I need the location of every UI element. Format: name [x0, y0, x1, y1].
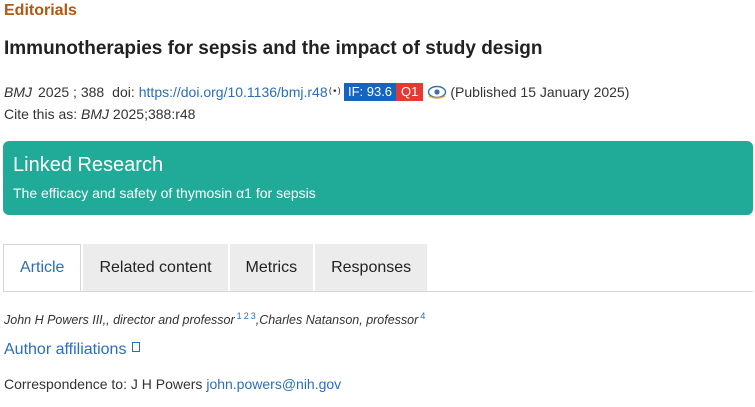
- author-affiliations-label: Author affiliations: [4, 341, 127, 358]
- reader-eye-icon[interactable]: [427, 84, 447, 100]
- journal-name: BMJ: [4, 84, 32, 100]
- doi-label: doi:: [112, 84, 135, 100]
- linked-research-heading: Linked Research: [13, 154, 164, 176]
- correspondence-email[interactable]: john.powers@nih.gov: [206, 376, 341, 392]
- tab-divider: [3, 291, 753, 292]
- author-2-ref[interactable]: 4: [420, 311, 425, 321]
- quartile-badge: Q1: [396, 83, 424, 101]
- doi-link[interactable]: https://doi.org/10.1136/bmj.r48: [139, 84, 328, 100]
- cite-journal: BMJ: [81, 106, 110, 122]
- tab-metrics[interactable]: Metrics: [229, 244, 314, 291]
- author-affiliations-toggle[interactable]: Author affiliations: [4, 341, 141, 359]
- altmetric-signal-icon[interactable]: (•): [329, 87, 341, 97]
- linked-research-link[interactable]: The efficacy and safety of thymosin α1 f…: [13, 185, 316, 201]
- author-1: John H Powers III,, director and profess…: [4, 313, 235, 328]
- impact-factor-badge: IF: 93.6: [343, 83, 397, 101]
- tab-responses[interactable]: Responses: [315, 244, 428, 291]
- year-volume: 2025 ; 388: [38, 84, 105, 100]
- cite-prefix: Cite this as:: [4, 106, 78, 122]
- linked-research-box: Linked Research The efficacy and safety …: [3, 141, 753, 215]
- author-1-ref[interactable]: 2: [244, 311, 249, 321]
- tab-article[interactable]: Article: [3, 244, 82, 291]
- expand-box-icon: [132, 342, 141, 352]
- author-2: ,Charles Natanson, professor: [255, 313, 419, 328]
- article-title: Immunotherapies for sepsis and the impac…: [4, 38, 543, 59]
- published-date: (Published 15 January 2025): [450, 84, 630, 100]
- correspondence-prefix: Correspondence to: J H Powers: [4, 376, 203, 392]
- citation-meta: BMJ 2025 ; 388 doi: https://doi.org/10.1…: [4, 83, 629, 101]
- cite-as: Cite this as: BMJ 2025;388:r48: [4, 106, 195, 122]
- section-label: Editorials: [4, 2, 77, 19]
- correspondence: Correspondence to: J H Powers john.power…: [4, 376, 341, 392]
- cite-ref: 2025;388:r48: [112, 106, 196, 122]
- article-tabs: Article Related content Metrics Response…: [3, 244, 429, 291]
- author-list: John H Powers III,, director and profess…: [4, 311, 425, 327]
- tab-related-content[interactable]: Related content: [83, 244, 228, 291]
- author-1-ref[interactable]: 1: [237, 311, 242, 321]
